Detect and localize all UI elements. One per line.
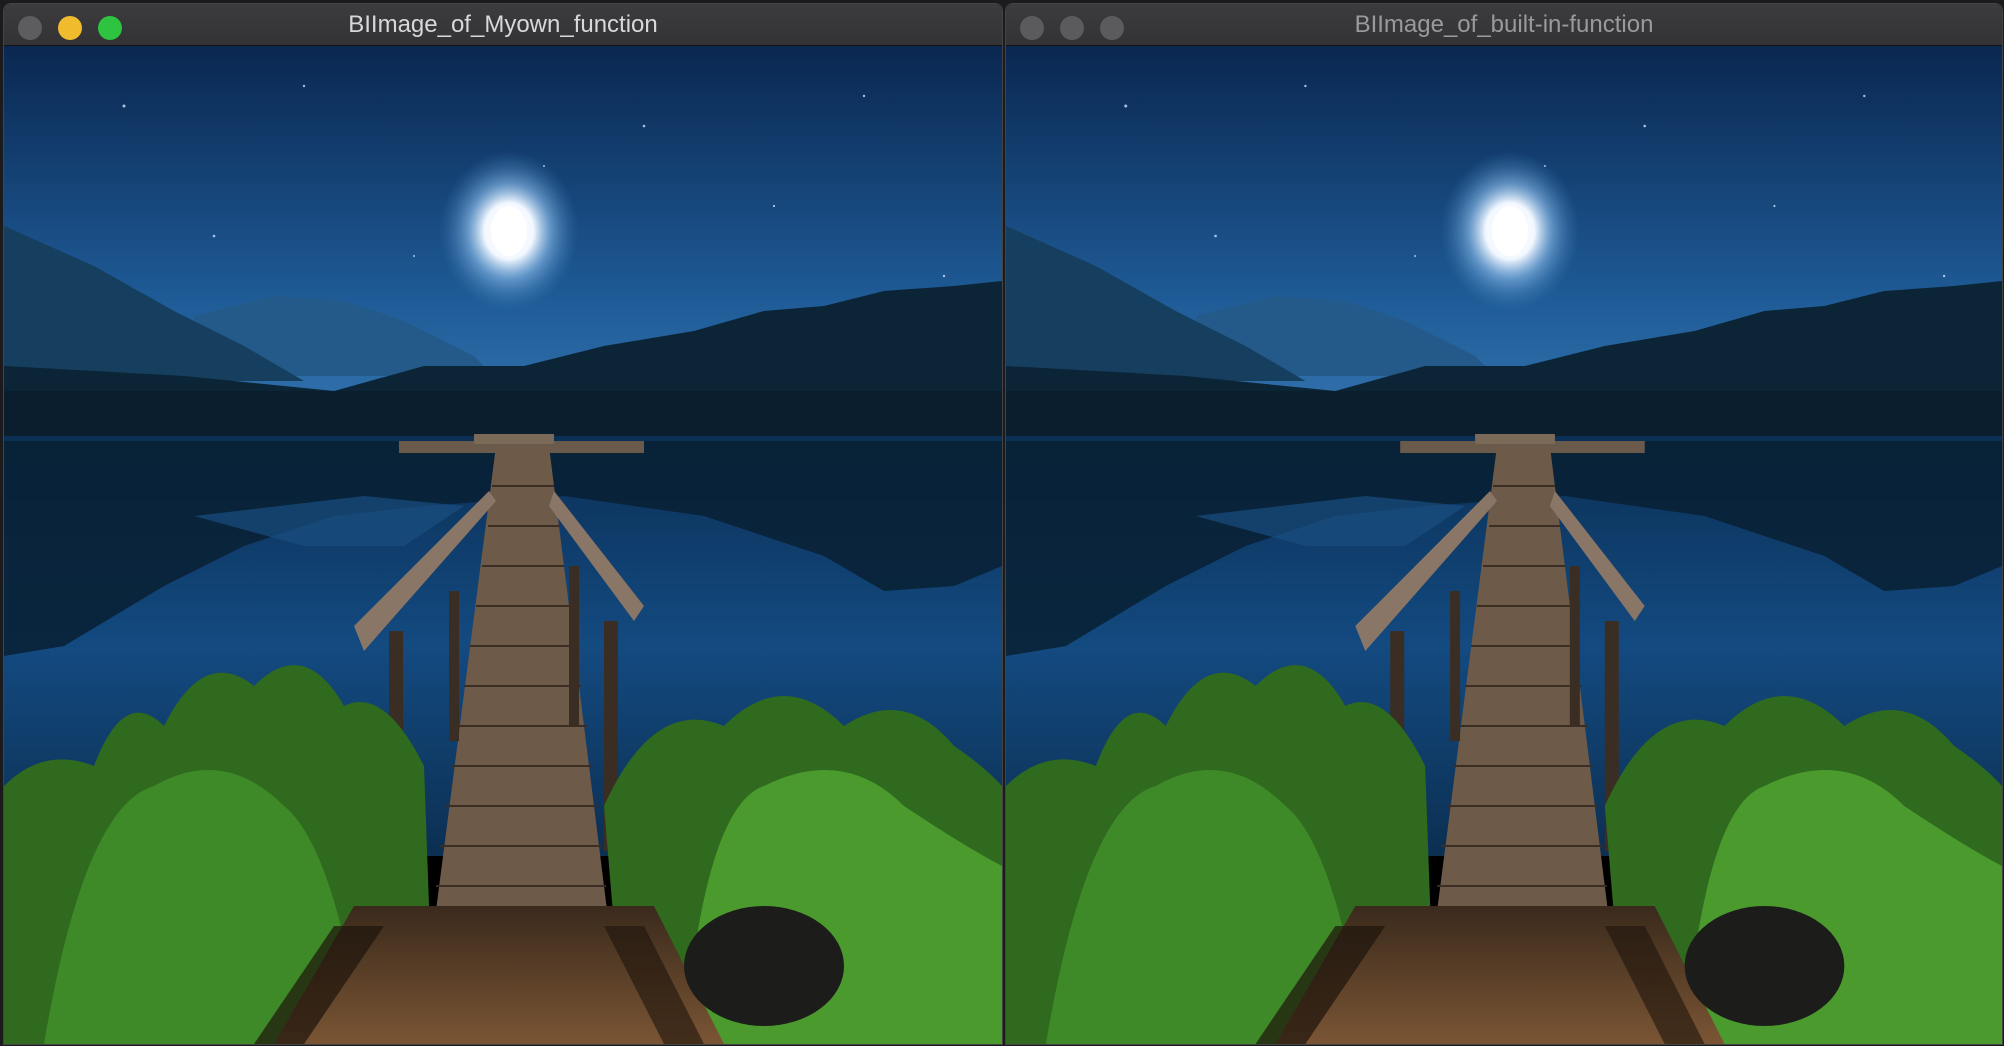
window-title: BIImage_of_built-in-function [1354, 11, 1654, 38]
titlebar[interactable]: BIImage_of_built-in-function [1006, 4, 2002, 46]
window-myown-function[interactable]: BIImage_of_Myown_function [4, 4, 1002, 1044]
rock [684, 906, 844, 1026]
window-built-in-function[interactable]: BIImage_of_built-in-function [1006, 4, 2002, 1044]
scene-svg [1006, 46, 2002, 1044]
titlebar[interactable]: BIImage_of_Myown_function [4, 4, 1002, 46]
scene-svg [4, 46, 1002, 1044]
image-canvas [4, 46, 1002, 1044]
rock [1684, 906, 1845, 1026]
window-title: BIImage_of_Myown_function [348, 11, 658, 38]
image-canvas [1006, 46, 2002, 1044]
